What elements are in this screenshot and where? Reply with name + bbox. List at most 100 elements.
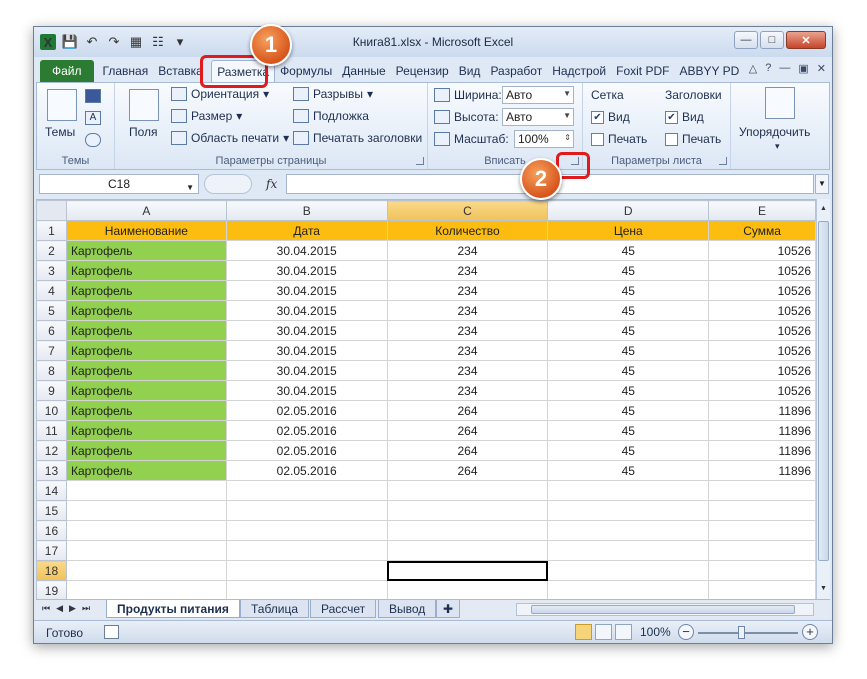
doc-close-icon[interactable]: ✕ [817, 62, 826, 75]
row-header[interactable]: 15 [36, 500, 67, 521]
cell[interactable]: 30.04.2015 [225, 320, 388, 341]
cell[interactable]: 10526 [708, 280, 816, 301]
cell[interactable]: Картофель [65, 360, 227, 381]
arrange-dropdown-icon[interactable]: ▾ [775, 141, 780, 152]
column-header-b[interactable]: B [225, 200, 388, 221]
cell[interactable]: Картофель [65, 440, 227, 461]
cell[interactable] [225, 480, 388, 501]
cell[interactable]: 45 [547, 400, 710, 421]
cell[interactable]: 45 [547, 460, 710, 481]
prev-sheet-icon[interactable]: ◀ [56, 603, 63, 614]
cell[interactable]: 02.05.2016 [225, 440, 388, 461]
doc-restore-icon[interactable]: ▣ [798, 62, 808, 75]
arrange-icon[interactable] [765, 87, 795, 119]
themes-icon[interactable] [47, 89, 77, 121]
cell[interactable]: 30.04.2015 [225, 340, 388, 361]
cell[interactable] [708, 540, 816, 561]
next-sheet-icon[interactable]: ▶ [69, 603, 76, 614]
cell[interactable] [225, 500, 388, 521]
cell[interactable]: 30.04.2015 [225, 280, 388, 301]
active-cell[interactable] [386, 560, 549, 581]
cell[interactable]: Цена [547, 220, 710, 241]
horizontal-scroll-thumb[interactable] [531, 605, 795, 614]
row-header[interactable]: 16 [36, 520, 67, 541]
row-header[interactable]: 8 [36, 360, 67, 381]
chevron-down-icon[interactable]: ▼ [186, 179, 194, 197]
effects-icon[interactable] [85, 133, 101, 147]
tab-home[interactable]: Главная [98, 60, 154, 82]
row-header[interactable]: 4 [36, 280, 67, 301]
breaks-button[interactable]: Разрывы ▾ [293, 87, 373, 101]
cell[interactable] [708, 580, 816, 599]
cell[interactable] [708, 500, 816, 521]
cell[interactable] [547, 500, 710, 521]
page-layout-view-icon[interactable] [595, 624, 612, 640]
cell[interactable]: Картофель [65, 300, 227, 321]
page-break-view-icon[interactable] [615, 624, 632, 640]
worksheet-grid[interactable]: A B C D E 1 Наименование Дата Количество Цен… [36, 199, 816, 599]
colors-icon[interactable] [85, 89, 101, 103]
cell[interactable]: Картофель [65, 240, 227, 261]
zoom-slider[interactable] [698, 632, 798, 634]
minimize-ribbon-icon[interactable]: △ [749, 62, 757, 75]
cell[interactable]: 234 [386, 360, 549, 381]
sheet-tab-table[interactable]: Таблица [240, 600, 310, 618]
row-header[interactable]: 17 [36, 540, 67, 561]
tab-data[interactable]: Данные [337, 60, 390, 82]
cell[interactable]: 10526 [708, 380, 816, 401]
cell[interactable]: 264 [386, 420, 549, 441]
column-header-a[interactable]: A [65, 200, 227, 221]
vertical-scroll-thumb[interactable] [818, 221, 829, 561]
cell[interactable]: 10526 [708, 360, 816, 381]
cell[interactable]: 45 [547, 420, 710, 441]
tab-foxit[interactable]: Foxit PDF [611, 60, 674, 82]
sheet-tab-products[interactable]: Продукты питания [106, 600, 240, 618]
expand-formula-bar-icon[interactable]: ▼ [815, 174, 829, 194]
insert-sheet-icon[interactable]: ✚ [436, 600, 461, 618]
cell[interactable]: 02.05.2016 [225, 420, 388, 441]
cell[interactable] [65, 580, 227, 599]
page-setup-launcher-icon[interactable] [416, 157, 424, 165]
cell[interactable] [708, 520, 816, 541]
cell-table[interactable]: A B C D E 1 Наименование Дата Количество Цен… [36, 200, 816, 599]
column-header-c[interactable]: C [386, 200, 549, 221]
tab-developer[interactable]: Разработ [485, 60, 547, 82]
cell[interactable] [547, 520, 710, 541]
column-header-d[interactable]: D [547, 200, 710, 221]
print-area-button[interactable]: Область печати ▾ [171, 131, 289, 145]
maximize-icon[interactable]: □ [760, 31, 784, 49]
cell[interactable]: 02.05.2016 [225, 460, 388, 481]
cell[interactable]: 11896 [708, 460, 816, 481]
cell[interactable]: 234 [386, 300, 549, 321]
cell[interactable] [708, 480, 816, 501]
close-icon[interactable]: ✕ [786, 31, 826, 49]
cell[interactable] [225, 520, 388, 541]
cell[interactable]: 10526 [708, 320, 816, 341]
help-icon[interactable]: ? [765, 62, 771, 75]
row-header[interactable]: 11 [36, 420, 67, 441]
print-titles-button[interactable]: Печатать заголовки [293, 131, 422, 145]
gridlines-print-checkbox[interactable]: Печать [591, 132, 647, 146]
scroll-down-icon[interactable]: ▼ [818, 583, 829, 595]
margins-icon[interactable] [129, 89, 159, 121]
row-header[interactable]: 5 [36, 300, 67, 321]
zoom-level[interactable]: 100% [640, 625, 671, 639]
cell[interactable]: Картофель [65, 420, 227, 441]
cell[interactable]: 45 [547, 260, 710, 281]
row-header[interactable]: 13 [36, 460, 67, 481]
cell[interactable]: Картофель [65, 320, 227, 341]
row-header[interactable]: 12 [36, 440, 67, 461]
background-button[interactable]: Подложка [293, 109, 369, 123]
zoom-out-icon[interactable]: − [678, 624, 694, 640]
cell[interactable] [547, 540, 710, 561]
themes-button[interactable]: Темы [45, 125, 75, 139]
cell[interactable]: 11896 [708, 420, 816, 441]
name-box[interactable]: C18 ▼ [39, 174, 199, 194]
headings-view-checkbox[interactable]: ✔ Вид [665, 110, 704, 124]
cell[interactable]: Сумма [708, 220, 816, 241]
cell[interactable]: 234 [386, 240, 549, 261]
vertical-scrollbar[interactable]: ▲ ▼ [816, 199, 830, 599]
cell[interactable] [65, 500, 227, 521]
cell[interactable]: 234 [386, 280, 549, 301]
cell[interactable] [225, 580, 388, 599]
